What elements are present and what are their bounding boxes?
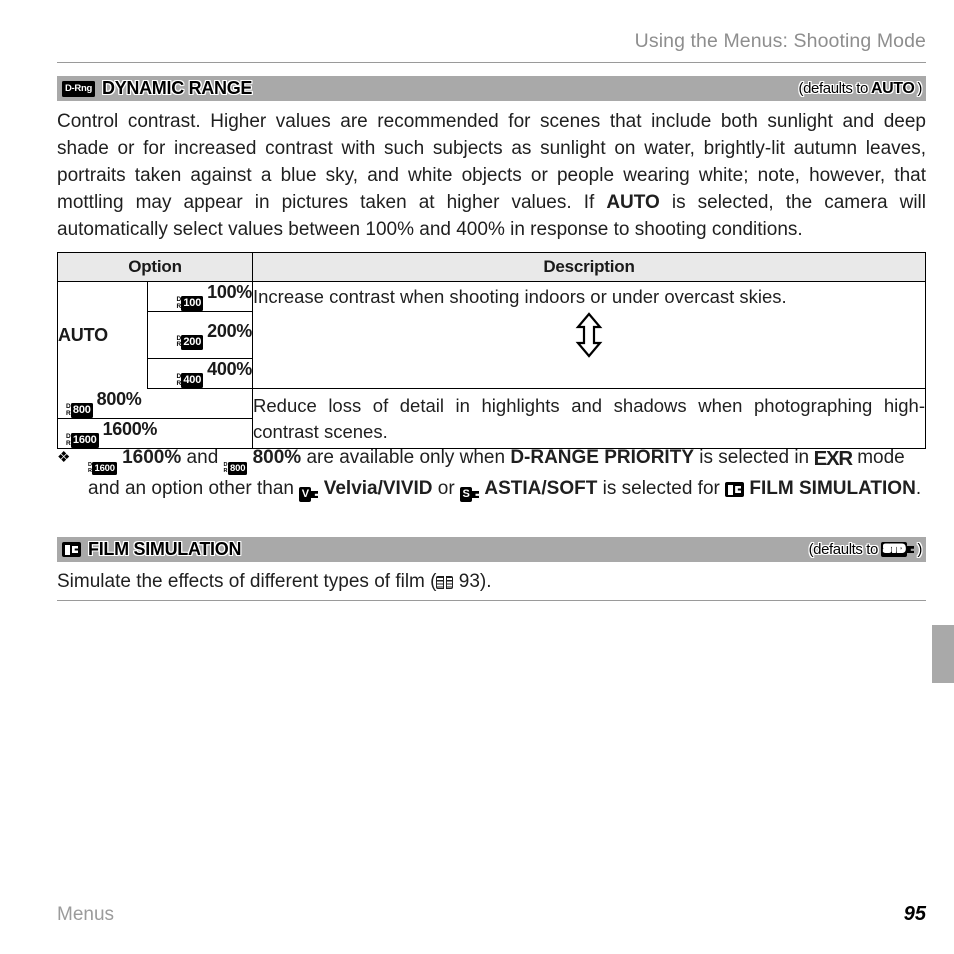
note-text-available: are available only when — [301, 447, 511, 468]
film-simulation-inline-icon — [725, 482, 745, 497]
film-body-prefix: Simulate the effects of different types … — [57, 571, 437, 592]
std-icon: STD — [880, 542, 915, 557]
section-bottom-divider — [57, 600, 926, 601]
note-text-astia: ASTIA/SOFT — [484, 478, 598, 499]
dr-value: 200 — [181, 334, 204, 350]
description-auto-spacer — [252, 358, 926, 389]
table-header-description: Description — [252, 252, 926, 282]
default-value: AUTO — [870, 79, 915, 97]
body-text-auto: AUTO — [606, 192, 660, 213]
option-100-label: 100% — [207, 282, 252, 302]
exr-logo: EXR — [814, 448, 853, 470]
note-text-or: or — [432, 478, 460, 499]
table-row: D R 800 800% Reduce loss of detail in hi… — [57, 388, 926, 449]
option-400-label: 400% — [207, 359, 252, 379]
option-800: D R 800 800% — [57, 388, 253, 419]
section-title-dynamic-range: DYNAMIC RANGE — [102, 78, 253, 98]
film-body-suffix: ). — [479, 571, 492, 592]
note-text-d-range-priority: D-RANGE PRIORITY — [510, 447, 694, 468]
header-divider — [57, 62, 926, 63]
film-body-page: 93 — [458, 571, 480, 592]
default-suffix: ) — [917, 541, 922, 558]
option-800-label: 800% — [96, 389, 142, 409]
note-text-selected-in: is selected in — [694, 447, 815, 468]
option-400: D R 400 400% — [147, 358, 253, 389]
default-prefix: (defaults to — [808, 541, 879, 558]
option-200: D R 200 200% — [147, 311, 253, 359]
film-simulation-icon — [62, 542, 81, 557]
description-high-contrast: Reduce loss of detail in highlights and … — [252, 388, 926, 449]
note-text-and: and — [181, 447, 224, 468]
d-range-400-icon: D R 400 — [176, 373, 204, 388]
section-header-dynamic-range: D-Rng DYNAMIC RANGE (defaults to AUTO) — [57, 76, 926, 101]
d-range-800-note-icon: D R 800 — [224, 462, 248, 475]
range-arrow-wrap — [253, 312, 925, 358]
note-text-period: . — [915, 478, 922, 499]
dynamic-range-table: Option Description AUTO D R 100 100% Inc — [57, 252, 926, 449]
note-text-film-simulation: FILM SIMULATION — [749, 478, 916, 499]
std-icon-tail — [906, 546, 915, 553]
footer-label: Menus — [57, 904, 115, 925]
book-reference-icon — [436, 576, 454, 589]
d-range-200-icon: D R 200 — [176, 334, 204, 350]
description-auto: Increase contrast when shooting indoors … — [252, 281, 926, 312]
section-default-dynamic-range: (defaults to AUTO) — [798, 79, 923, 98]
note-text-velvia: Velvia/VIVID — [323, 478, 433, 499]
option-100: D R 100 100% — [147, 281, 253, 312]
velvia-icon-tail — [310, 491, 319, 498]
astia-icon-tail — [471, 491, 480, 498]
description-range-arrow-cell — [252, 311, 926, 359]
dynamic-range-body: Control contrast. Higher values are reco… — [57, 108, 926, 243]
option-1600-label: 1600% — [102, 419, 158, 439]
page-edge-tab — [932, 625, 954, 683]
note-bullet-icon: ❖ — [57, 449, 71, 466]
section-default-film-simulation: (defaults to STD) — [808, 541, 923, 558]
dr-value: 100 — [181, 296, 204, 311]
d-range-800-icon: D R 800 — [66, 403, 93, 418]
running-head: Using the Menus: Shooting Mode — [634, 30, 926, 52]
option-200-label: 200% — [207, 320, 252, 341]
table-header-row: Option Description — [57, 252, 926, 282]
astia-icon: S — [459, 487, 480, 502]
note-text-800: 800% — [247, 447, 302, 468]
table-header-option: Option — [57, 252, 253, 282]
table-row: D R 400 400% — [58, 358, 926, 389]
film-simulation-body: Simulate the effects of different types … — [57, 568, 926, 595]
option-group-auto: AUTO — [57, 281, 148, 389]
velvia-icon: V — [299, 487, 319, 502]
dynamic-range-note: D R 1600 1600% and D R 800 800% are avai… — [88, 444, 926, 502]
section-title-film-simulation: FILM SIMULATION — [88, 539, 242, 559]
d-range-100-icon: D R 100 — [176, 296, 204, 311]
table-row: D R 200 200% — [58, 311, 926, 359]
table-row: AUTO D R 100 100% Increase contrast when… — [57, 281, 926, 389]
dr-value: 800 — [70, 403, 93, 418]
default-suffix: ) — [917, 80, 922, 97]
default-prefix: (defaults to — [798, 80, 869, 97]
dr-value: 400 — [181, 373, 204, 388]
up-down-arrow-icon — [575, 312, 603, 358]
dr-value: 1600 — [92, 462, 117, 475]
d-range-1600-note-icon: D R 1600 — [88, 462, 117, 475]
footer-page-number: 95 — [903, 903, 926, 925]
document-page: Using the Menus: Shooting Mode D-Rng DYN… — [0, 0, 954, 954]
d-range-icon: D-Rng — [62, 80, 95, 97]
section-header-left: D-Rng DYNAMIC RANGE — [62, 78, 252, 99]
dr-value: 800 — [228, 462, 248, 475]
note-text-selected-for: is selected for — [597, 478, 726, 499]
note-text-1600: 1600% — [116, 447, 182, 468]
section-header-film-simulation: FILM SIMULATION (defaults to STD) — [57, 537, 926, 562]
section-header-left: FILM SIMULATION — [62, 539, 241, 560]
